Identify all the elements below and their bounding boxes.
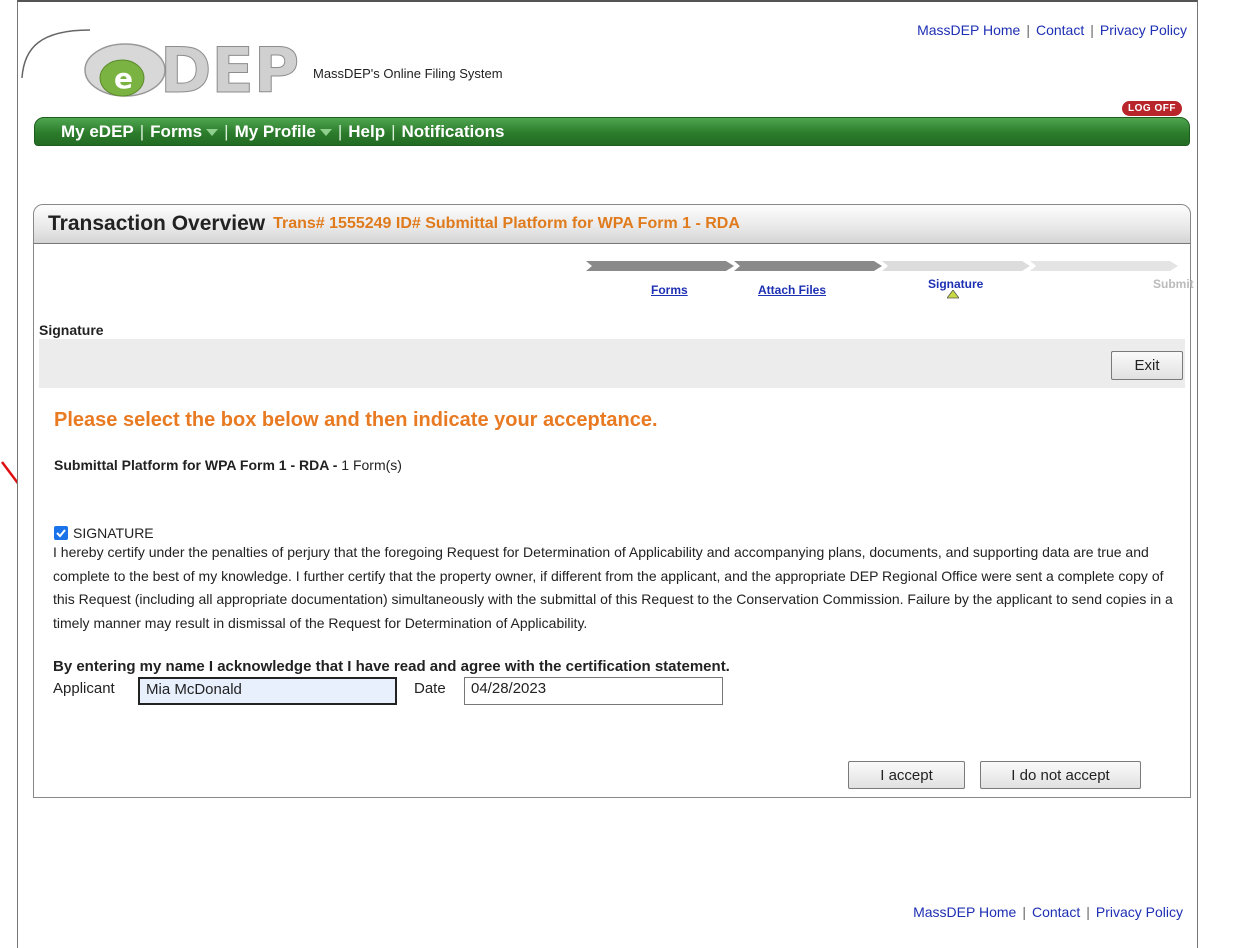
chevron-down-icon <box>319 128 332 136</box>
checkmark-icon <box>56 529 66 538</box>
date-input[interactable]: 04/28/2023 <box>464 677 723 705</box>
privacy-policy-link[interactable]: Privacy Policy <box>1100 22 1187 38</box>
signature-checkbox[interactable] <box>54 526 68 540</box>
transaction-panel: Transaction Overview Trans# 1555249 ID# … <box>33 204 1194 798</box>
svg-text:e: e <box>114 62 133 95</box>
step-submit: Submit <box>1153 277 1194 291</box>
accept-button[interactable]: I accept <box>848 761 965 789</box>
step-arrow-icon <box>882 261 1030 271</box>
footer-contact-link[interactable]: Contact <box>1032 904 1080 920</box>
current-step-triangle-icon <box>947 290 959 299</box>
contact-link[interactable]: Contact <box>1036 22 1084 38</box>
transaction-info: Trans# 1555249 ID# Submittal Platform fo… <box>273 215 740 232</box>
step-forms[interactable]: Forms <box>651 283 688 297</box>
logoff-button[interactable]: LOG OFF <box>1122 101 1182 116</box>
header-links: MassDEP Home | Contact | Privacy Policy <box>917 22 1187 38</box>
submittal-summary: Submittal Platform for WPA Form 1 - RDA … <box>54 457 402 473</box>
step-arrow-icon <box>734 261 882 271</box>
step-attach-files[interactable]: Attach Files <box>758 283 826 297</box>
footer-privacy-policy-link[interactable]: Privacy Policy <box>1096 904 1183 920</box>
section-toolbar <box>39 339 1185 388</box>
step-arrow-icon <box>1030 261 1178 271</box>
certification-statement: I hereby certify under the penalties of … <box>53 544 1173 631</box>
instruction-heading: Please select the box below and then ind… <box>54 409 658 431</box>
section-title: Signature <box>39 322 104 338</box>
main-nav: My eDEP | Forms | My Profile | Help | Notifi… <box>34 117 1190 146</box>
mouse-logo-icon: e DEP <box>21 29 300 108</box>
footer-massdep-home-link[interactable]: MassDEP Home <box>913 904 1016 920</box>
nav-notifications[interactable]: Notifications <box>402 122 505 142</box>
svg-text:DEP: DEP <box>160 34 299 100</box>
nav-my-edep[interactable]: My eDEP <box>61 122 134 142</box>
signature-checkbox-label: SIGNATURE <box>73 525 154 541</box>
step-signature: Signature <box>928 277 984 291</box>
signature-checkbox-row[interactable]: SIGNATURE <box>54 525 154 541</box>
chevron-down-icon <box>206 128 219 136</box>
exit-button[interactable]: Exit <box>1111 351 1183 380</box>
applicant-label: Applicant <box>53 680 115 697</box>
nav-forms[interactable]: Forms <box>150 122 219 142</box>
step-arrow-icon <box>586 261 734 271</box>
panel-title: Transaction Overview <box>48 212 266 235</box>
acknowledgement-text: By entering my name I acknowledge that I… <box>53 658 730 675</box>
applicant-name-input[interactable]: Mia McDonald <box>138 677 397 705</box>
massdep-home-link[interactable]: MassDEP Home <box>917 22 1020 38</box>
date-label: Date <box>414 680 446 697</box>
tagline: MassDEP's Online Filing System <box>313 66 503 81</box>
progress-steps: Forms Attach Files Signature Submit <box>586 259 1194 299</box>
nav-my-profile[interactable]: My Profile <box>235 122 332 142</box>
decline-button[interactable]: I do not accept <box>980 761 1141 789</box>
nav-help[interactable]: Help <box>348 122 385 142</box>
footer-links: MassDEP Home | Contact | Privacy Policy <box>913 904 1183 920</box>
panel-header: Transaction Overview Trans# 1555249 ID# … <box>34 205 1190 244</box>
edep-logo: e DEP MassDEP's Online Filing System <box>20 18 503 108</box>
